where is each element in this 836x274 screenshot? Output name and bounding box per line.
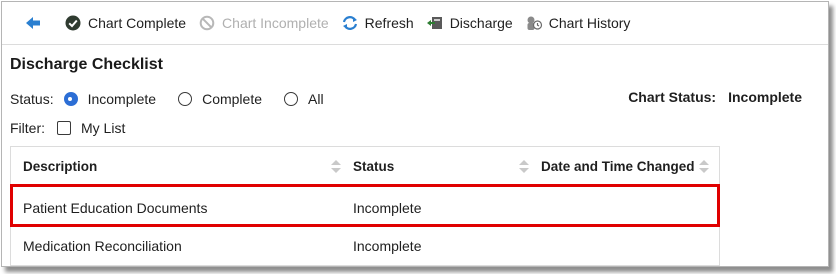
chart-status: Chart Status: Incomplete [628,89,802,105]
status-option-label: Complete [202,91,262,107]
refresh-icon [341,14,359,32]
check-circle-icon [64,14,82,32]
prohibited-icon [198,14,216,32]
chart-status-value: Incomplete [728,89,802,105]
sort-icon [331,160,341,173]
back-button[interactable] [24,2,48,44]
status-filter: Status: Incomplete Complete All [10,89,346,109]
my-list-checkbox[interactable] [57,121,71,135]
refresh-button[interactable]: Refresh [341,2,414,44]
chart-complete-button[interactable]: Chart Complete [64,2,186,44]
discharge-icon [426,14,444,32]
chart-incomplete-button[interactable]: Chart Incomplete [198,2,329,44]
page-title: Discharge Checklist [10,56,163,73]
radio-icon[interactable] [178,92,193,106]
column-header-label: Status [353,158,395,174]
status-option-label: Incomplete [87,91,157,107]
table-row[interactable]: Patient Education Documents Incomplete [11,189,719,227]
status-label: Status: [10,91,54,107]
table-row[interactable]: Medication Reconciliation Incomplete [11,226,719,265]
status-radio-incomplete[interactable]: Incomplete [63,91,157,107]
status-option-label: All [308,91,324,107]
checklist-table: Description Status Date and Time Changed… [10,146,720,266]
discharge-button[interactable]: Discharge [426,2,513,44]
back-arrow-icon [24,14,42,32]
chart-status-label: Chart Status: [628,89,717,105]
chart-history-button[interactable]: Chart History [525,2,631,44]
list-filter: Filter: My List [10,118,125,138]
refresh-label: Refresh [364,15,414,31]
toolbar: Chart Complete Chart Incomplete Refresh … [2,2,828,45]
column-header-status[interactable]: Status [353,147,529,185]
cell-description: Patient Education Documents [23,200,208,216]
cell-status: Incomplete [353,200,422,216]
status-radio-all[interactable]: All [284,91,324,107]
column-header-description[interactable]: Description [23,147,341,185]
radio-icon[interactable] [284,92,298,106]
chart-complete-label: Chart Complete [88,15,187,31]
cell-status: Incomplete [353,238,422,254]
chart-incomplete-label: Chart Incomplete [222,15,329,31]
chart-history-label: Chart History [548,15,631,31]
status-radio-complete[interactable]: Complete [178,91,262,107]
cell-description: Medication Reconciliation [23,238,182,254]
column-header-label: Description [23,158,98,174]
column-header-date-changed[interactable]: Date and Time Changed [541,147,709,185]
table-header: Description Status Date and Time Changed [11,147,719,186]
sort-icon [699,160,709,173]
filter-label: Filter: [10,120,45,136]
my-list-label[interactable]: My List [81,120,125,136]
column-header-label: Date and Time Changed [541,158,695,174]
app-window: Chart Complete Chart Incomplete Refresh … [1,1,829,267]
sort-icon [519,160,529,173]
discharge-label: Discharge [449,15,513,31]
radio-selected-icon[interactable] [63,92,78,106]
chart-history-icon [525,14,543,32]
